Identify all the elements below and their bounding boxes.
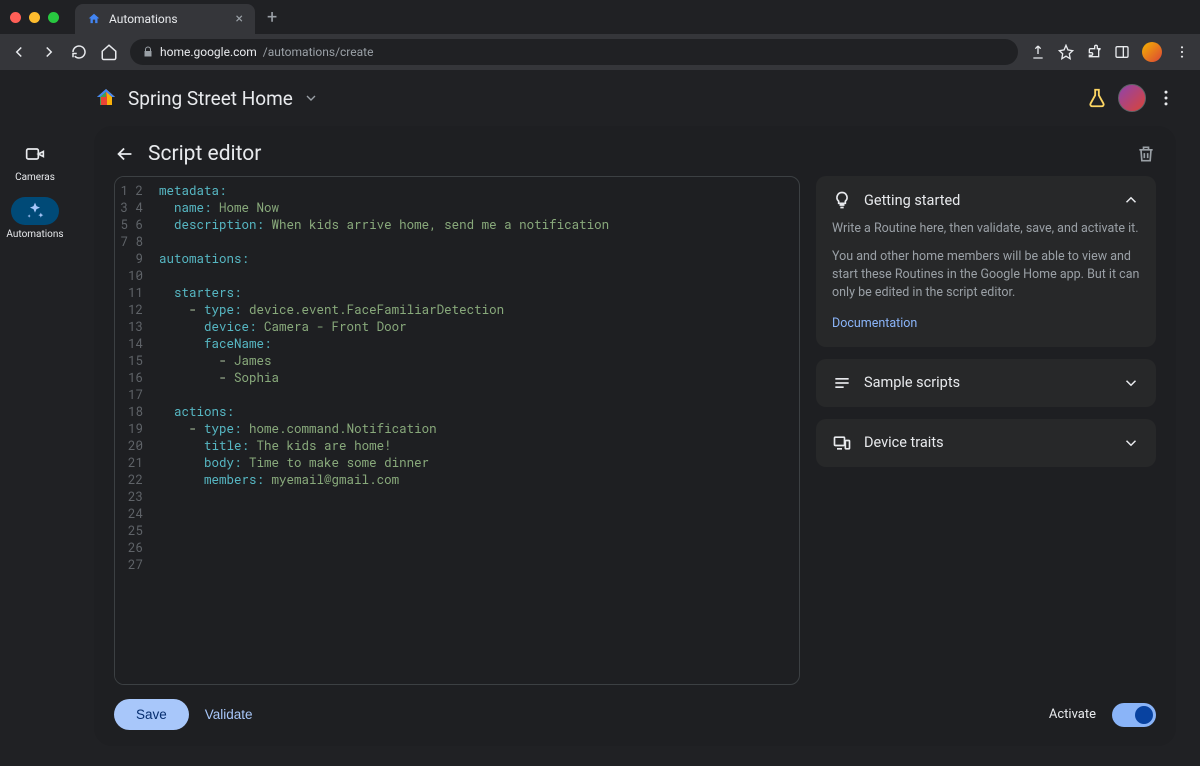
google-home-favicon-icon (87, 12, 101, 26)
help-side-panel: Getting started Write a Routine here, th… (816, 176, 1156, 685)
lightbulb-icon (832, 190, 852, 210)
url-domain: home.google.com (160, 45, 257, 59)
star-icon[interactable] (1058, 44, 1074, 60)
code-body[interactable]: metadata: name: Home Now description: Wh… (149, 177, 799, 684)
sidebar-item-cameras[interactable]: Cameras (11, 140, 59, 183)
save-button[interactable]: Save (114, 699, 189, 730)
user-avatar[interactable] (1118, 84, 1146, 112)
sample-scripts-panel: Sample scripts (816, 359, 1156, 407)
panel-icon[interactable] (1114, 44, 1130, 60)
camera-icon (25, 144, 45, 164)
device-traits-panel: Device traits (816, 419, 1156, 467)
sidebar-item-label: Cameras (15, 172, 55, 183)
chevron-down-icon (1122, 374, 1140, 392)
sidebar-item-automations[interactable]: Automations (6, 197, 63, 240)
sidebar-item-label: Automations (6, 229, 63, 240)
url-bar[interactable]: home.google.com/automations/create (130, 39, 1018, 65)
device-traits-header[interactable]: Device traits (832, 433, 1140, 453)
chevron-up-icon (1122, 191, 1140, 209)
getting-started-header[interactable]: Getting started (832, 190, 1140, 210)
help-text: Write a Routine here, then validate, sav… (832, 220, 1140, 238)
switch-thumb (1135, 706, 1153, 724)
activate-toggle[interactable] (1112, 703, 1156, 727)
lock-icon (142, 46, 154, 58)
back-arrow-icon[interactable] (114, 143, 136, 165)
forward-icon[interactable] (40, 43, 58, 61)
panel-title: Sample scripts (864, 374, 1110, 391)
app-header: Spring Street Home (70, 70, 1200, 126)
new-tab-button[interactable]: + (267, 7, 277, 28)
flask-icon[interactable] (1086, 87, 1108, 109)
extensions-icon[interactable] (1086, 44, 1102, 60)
close-tab-icon[interactable]: × (236, 11, 243, 27)
profile-avatar-icon[interactable] (1142, 42, 1162, 62)
validate-button[interactable]: Validate (205, 707, 253, 722)
getting-started-panel: Getting started Write a Routine here, th… (816, 176, 1156, 347)
browser-tab-strip: Automations × + (0, 0, 1200, 34)
code-editor[interactable]: 1 2 3 4 5 6 7 8 9 10 11 12 13 14 15 16 1… (114, 176, 800, 685)
activate-label: Activate (1049, 707, 1096, 722)
editor-footer: Save Validate Activate (114, 685, 1156, 730)
maximize-window-button[interactable] (48, 12, 59, 23)
browser-toolbar: home.google.com/automations/create (0, 34, 1200, 70)
sample-scripts-header[interactable]: Sample scripts (832, 373, 1140, 393)
google-home-logo-icon (94, 86, 118, 110)
sidebar-rail: Cameras Automations (0, 70, 70, 766)
close-window-button[interactable] (10, 12, 21, 23)
help-text: You and other home members will be able … (832, 248, 1140, 302)
home-icon[interactable] (100, 43, 118, 61)
list-icon (832, 373, 852, 393)
documentation-link[interactable]: Documentation (832, 315, 917, 333)
more-vert-icon[interactable] (1156, 88, 1176, 108)
content-card: Script editor 1 2 3 4 5 6 7 8 9 10 11 12… (94, 126, 1176, 746)
url-path: /automations/create (263, 45, 374, 59)
share-icon[interactable] (1030, 44, 1046, 60)
line-number-gutter: 1 2 3 4 5 6 7 8 9 10 11 12 13 14 15 16 1… (115, 177, 149, 684)
delete-icon[interactable] (1136, 144, 1156, 164)
panel-title: Getting started (864, 192, 1110, 209)
tab-title: Automations (109, 12, 228, 26)
chevron-down-icon (1122, 434, 1140, 452)
page-title: Script editor (148, 142, 261, 166)
reload-icon[interactable] (70, 43, 88, 61)
back-icon[interactable] (10, 43, 28, 61)
chevron-down-icon[interactable] (303, 90, 319, 106)
browser-tab[interactable]: Automations × (75, 4, 255, 34)
panel-title: Device traits (864, 434, 1110, 451)
browser-menu-icon[interactable] (1174, 44, 1190, 60)
devices-icon (832, 433, 852, 453)
window-controls (10, 12, 59, 23)
minimize-window-button[interactable] (29, 12, 40, 23)
sparkle-icon (25, 201, 45, 221)
home-name[interactable]: Spring Street Home (128, 87, 293, 110)
